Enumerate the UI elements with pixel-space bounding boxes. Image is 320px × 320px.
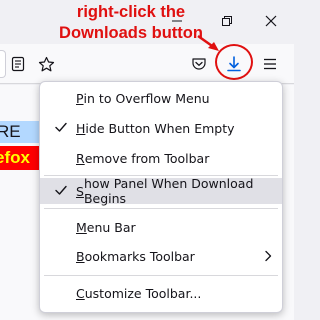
menu-item-customize-toolbar[interactable]: Customize Toolbar...	[40, 280, 282, 306]
highlight-circle	[215, 44, 253, 80]
pocket-icon[interactable]	[189, 54, 209, 74]
menu-item-accesskey: P	[76, 90, 84, 106]
menu-item-label: in to Overflow Menu	[83, 90, 210, 106]
downloads-context-menu: Pin to Overflow Menu Hide Button When Em…	[39, 81, 283, 313]
menu-item-label: emove from Toolbar	[84, 150, 210, 166]
page-text-fragment: RE	[0, 121, 44, 143]
menu-item-accesskey: S	[76, 183, 84, 199]
menu-item-label: ookmarks Toolbar	[84, 248, 195, 264]
menu-item-bookmarks-toolbar[interactable]: Bookmarks Toolbar	[40, 243, 282, 269]
hamburger-menu-icon[interactable]	[260, 54, 280, 74]
menu-separator	[44, 208, 278, 209]
menu-item-accesskey: H	[76, 120, 86, 136]
menu-item-hide-button[interactable]: Hide Button When Empty	[40, 115, 282, 141]
restore-icon[interactable]	[214, 8, 240, 34]
menu-item-accesskey: M	[76, 219, 87, 235]
chevron-right-icon	[265, 250, 272, 262]
reader-view-icon[interactable]	[8, 54, 28, 74]
menu-item-accesskey: C	[76, 285, 85, 301]
menu-item-accesskey: R	[76, 150, 85, 166]
menu-item-label: how Panel When Download Begins	[83, 176, 254, 206]
url-bar-edge[interactable]	[0, 50, 6, 78]
menu-item-menu-bar[interactable]: Menu Bar	[40, 214, 282, 240]
menu-item-label: enu Bar	[86, 219, 136, 235]
menu-item-label: ide Button When Empty	[85, 120, 235, 136]
menu-separator	[44, 275, 278, 276]
menu-item-show-panel[interactable]: Show Panel When Download Begins	[40, 176, 282, 206]
close-icon[interactable]	[258, 8, 284, 34]
menu-item-remove-from-toolbar[interactable]: Remove from Toolbar	[40, 145, 282, 171]
instruction-annotation: right-click the Downloads button	[59, 3, 203, 42]
bookmark-star-icon[interactable]	[36, 54, 56, 74]
menu-item-accesskey: B	[76, 248, 85, 264]
checkmark-icon	[55, 185, 67, 195]
page-text-fragment: efox	[0, 146, 44, 170]
menu-item-pin-to-overflow[interactable]: Pin to Overflow Menu	[40, 85, 282, 111]
menu-item-label: ustomize Toolbar...	[84, 285, 202, 301]
checkmark-icon	[55, 122, 67, 132]
